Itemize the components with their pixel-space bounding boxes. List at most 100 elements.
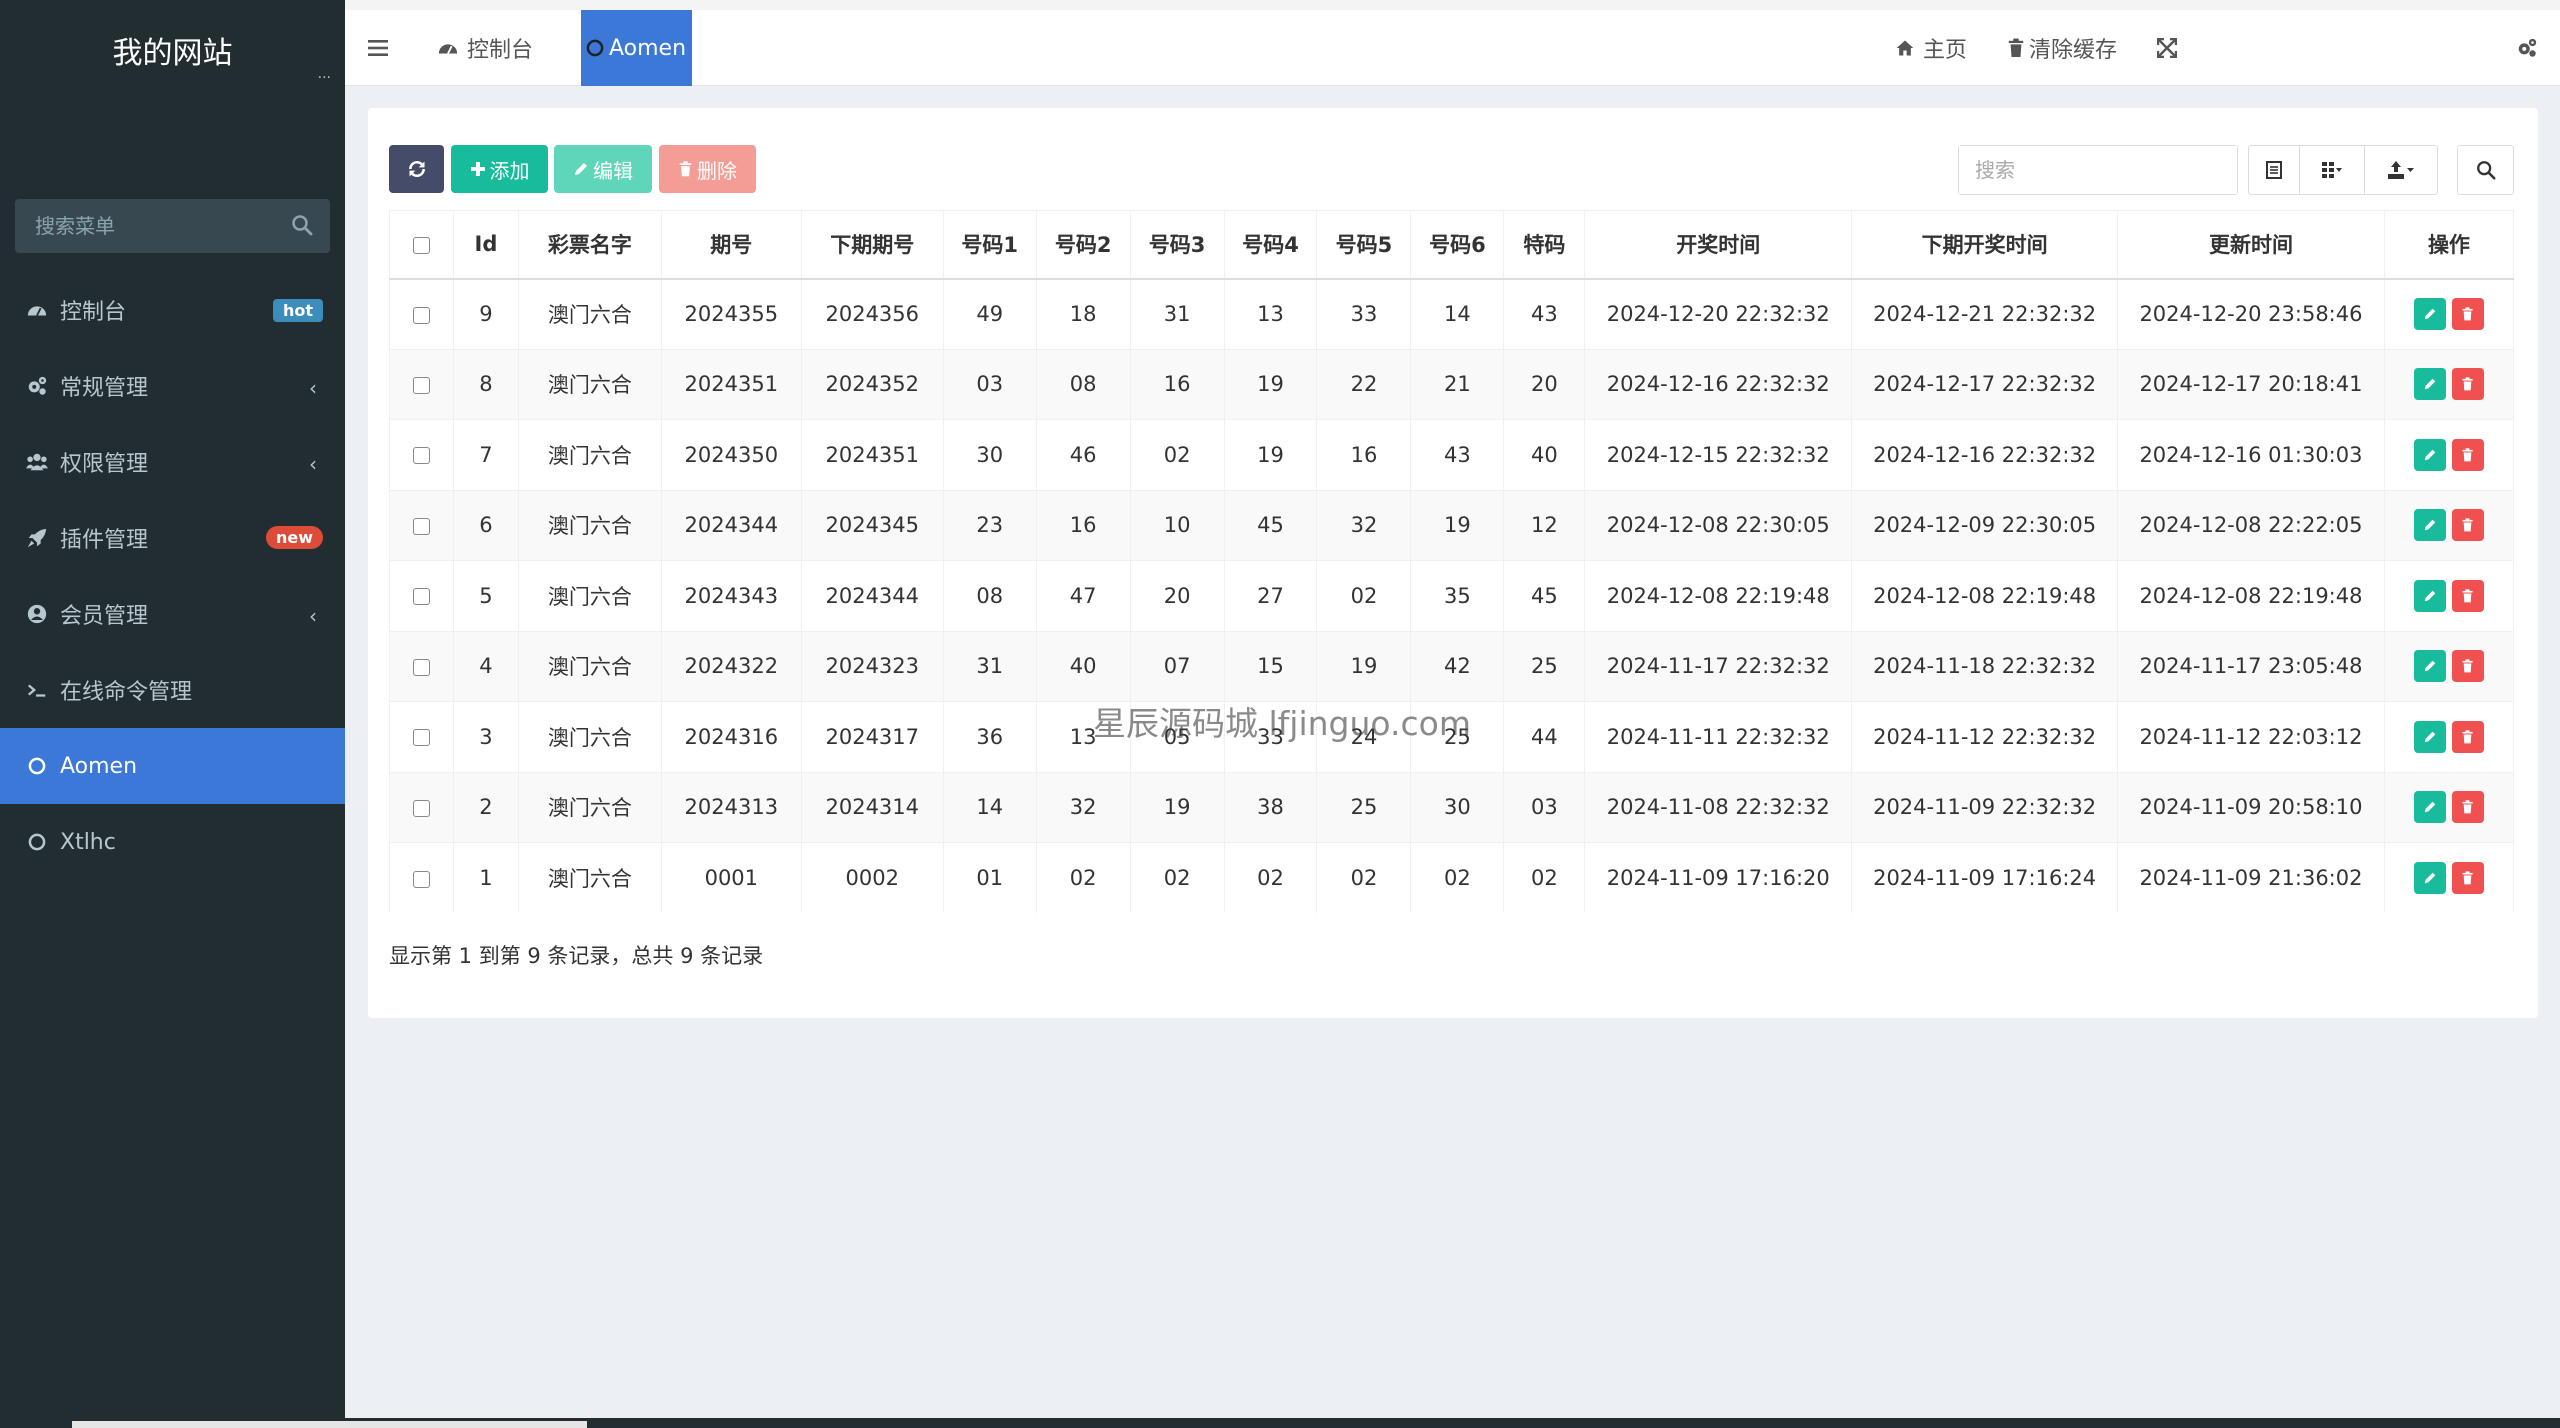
- column-header[interactable]: 号码2: [1035, 210, 1131, 280]
- cogs-icon: [26, 375, 48, 397]
- tab-aomen[interactable]: Aomen: [581, 10, 693, 86]
- row-edit-button[interactable]: [2413, 720, 2446, 753]
- export-button[interactable]: [2364, 145, 2438, 195]
- home-link[interactable]: 主页: [1895, 10, 1967, 86]
- scrollbar-thumb[interactable]: [72, 1421, 587, 1428]
- edit-button[interactable]: 编辑: [554, 145, 652, 193]
- search-icon[interactable]: [290, 213, 314, 237]
- row-checkbox[interactable]: [412, 799, 430, 817]
- table-cell: 2024-11-08 22:32:32: [1584, 771, 1853, 843]
- column-header[interactable]: 号码4: [1223, 210, 1318, 280]
- row-edit-button[interactable]: [2413, 650, 2446, 683]
- table-row[interactable]: 2 澳门六合 2024313 2024314 14 32 19 38 25 30 03 2024-11…: [389, 771, 2515, 843]
- table-cell: 2024-11-12 22:32:32: [1851, 701, 2119, 772]
- table-cell: 33: [1223, 701, 1318, 772]
- sidebar-item-general[interactable]: 常规管理 ‹: [0, 348, 345, 424]
- sidebar-toggle-button[interactable]: [367, 10, 389, 86]
- row-delete-button[interactable]: [2451, 862, 2484, 894]
- column-header[interactable]: 号码1: [942, 210, 1037, 280]
- add-button[interactable]: 添加: [451, 145, 548, 193]
- table-row[interactable]: 5 澳门六合 2024343 2024344 08 47 20 27 02 35 45 2024-12…: [389, 560, 2515, 631]
- row-delete-button[interactable]: [2451, 298, 2484, 330]
- tab-dashboard[interactable]: 控制台: [437, 10, 533, 86]
- columns-button[interactable]: [2299, 145, 2365, 195]
- sidebar-item-permissions[interactable]: 权限管理 ‹: [0, 424, 345, 500]
- row-edit-button[interactable]: [2413, 509, 2446, 542]
- refresh-button[interactable]: [389, 145, 444, 193]
- column-header[interactable]: 号码5: [1316, 210, 1412, 280]
- circle-icon: [26, 831, 48, 853]
- table-cell: 2024-11-09 17:16:24: [1851, 842, 2119, 913]
- settings-button[interactable]: [2515, 10, 2539, 86]
- table-cell: 2024-12-09 22:30:05: [1851, 489, 2119, 561]
- sidebar-search-input[interactable]: [15, 199, 330, 253]
- column-header[interactable]: 号码3: [1129, 210, 1225, 280]
- table-cell: 45: [1223, 489, 1318, 561]
- clear-cache-button[interactable]: 清除缓存: [2007, 10, 2117, 86]
- bottom-scrollbar[interactable]: [0, 1418, 2560, 1428]
- row-edit-button[interactable]: [2413, 438, 2446, 471]
- row-checkbox[interactable]: [412, 447, 430, 465]
- column-header[interactable]: 号码6: [1410, 210, 1505, 280]
- row-edit-button[interactable]: [2413, 791, 2446, 824]
- row-edit-button[interactable]: [2413, 862, 2446, 894]
- row-delete-button[interactable]: [2451, 579, 2484, 612]
- fullscreen-button[interactable]: [2157, 10, 2177, 86]
- column-header[interactable]: 期号: [660, 210, 802, 280]
- table-row[interactable]: 6 澳门六合 2024344 2024345 23 16 10 45 32 19 12 2024-12…: [389, 489, 2515, 561]
- sidebar-item-xtlhc[interactable]: Xtlhc: [0, 804, 345, 880]
- sidebar-item-plugins[interactable]: 插件管理 new: [0, 500, 345, 576]
- table-search-input[interactable]: [1959, 146, 2237, 194]
- table-cell: 35: [1410, 560, 1505, 631]
- row-delete-button[interactable]: [2451, 368, 2484, 401]
- select-all-checkbox[interactable]: [412, 236, 430, 254]
- row-checkbox[interactable]: [412, 870, 430, 888]
- row-delete-button[interactable]: [2451, 791, 2484, 824]
- sidebar-item-dashboard[interactable]: 控制台 hot: [0, 272, 345, 348]
- table-cell: 15: [1223, 630, 1318, 702]
- sidebar-item-online-command[interactable]: 在线命令管理: [0, 652, 345, 728]
- row-edit-button[interactable]: [2413, 298, 2446, 330]
- brand-title[interactable]: 我的网站 ...: [0, 0, 345, 100]
- row-delete-button[interactable]: [2451, 720, 2484, 753]
- row-delete-button[interactable]: [2451, 650, 2484, 683]
- table-cell: 2024343: [660, 560, 802, 631]
- column-header[interactable]: 特码: [1503, 210, 1586, 280]
- table-search: [1958, 145, 2238, 195]
- table-row[interactable]: 3 澳门六合 2024316 2024317 36 13 05 33 24 25 44 2024-11…: [389, 701, 2515, 772]
- table-cell: 45: [1503, 560, 1586, 631]
- row-delete-button[interactable]: [2451, 509, 2484, 542]
- table-row[interactable]: 4 澳门六合 2024322 2024323 31 40 07 15 19 42 25 2024-11…: [389, 630, 2515, 702]
- row-checkbox[interactable]: [412, 306, 430, 324]
- table-row[interactable]: 7 澳门六合 2024350 2024351 30 46 02 19 16 43 40 2024-12…: [389, 419, 2515, 490]
- table-row[interactable]: 9 澳门六合 2024355 2024356 49 18 31 13 33 14 43 2024-12…: [389, 278, 2515, 349]
- row-delete-button[interactable]: [2451, 438, 2484, 471]
- sidebar-item-label: 权限管理: [60, 452, 149, 477]
- row-edit-button[interactable]: [2413, 368, 2446, 401]
- column-header[interactable]: 下期期号: [800, 210, 944, 280]
- column-header[interactable]: 下期开奖时间: [1851, 210, 2119, 280]
- row-checkbox[interactable]: [412, 376, 430, 394]
- row-edit-button[interactable]: [2413, 579, 2446, 612]
- row-checkbox[interactable]: [412, 658, 430, 676]
- sidebar-item-aomen[interactable]: Aomen: [0, 728, 345, 804]
- row-checkbox[interactable]: [412, 517, 430, 535]
- table-cell: 10: [1129, 489, 1225, 561]
- column-header[interactable]: 彩票名字: [517, 210, 662, 280]
- sidebar-item-members[interactable]: 会员管理 ‹: [0, 576, 345, 652]
- search-button[interactable]: [2457, 145, 2514, 195]
- delete-button[interactable]: 删除: [659, 145, 756, 193]
- toggle-view-button[interactable]: [2248, 145, 2300, 195]
- column-header[interactable]: 开奖时间: [1584, 210, 1853, 280]
- fullscreen-icon: [2157, 38, 2177, 58]
- row-checkbox[interactable]: [412, 729, 430, 747]
- table-body: 9 澳门六合 2024355 2024356 49 18 31 13 33 14 43 2024-12…: [389, 278, 2515, 913]
- table-cell: 4: [452, 630, 519, 702]
- table-cell: 2024-11-18 22:32:32: [1851, 630, 2119, 702]
- table-row[interactable]: 1 澳门六合 0001 0002 01 02 02 02 02 02 02 2024-11-09 17…: [389, 842, 2515, 913]
- column-header[interactable]: Id: [452, 210, 519, 280]
- column-header[interactable]: 更新时间: [2117, 210, 2385, 280]
- table-cell: 13: [1035, 701, 1131, 772]
- table-row[interactable]: 8 澳门六合 2024351 2024352 03 08 16 19 22 21 20 2024-12…: [389, 348, 2515, 420]
- row-checkbox[interactable]: [412, 588, 430, 606]
